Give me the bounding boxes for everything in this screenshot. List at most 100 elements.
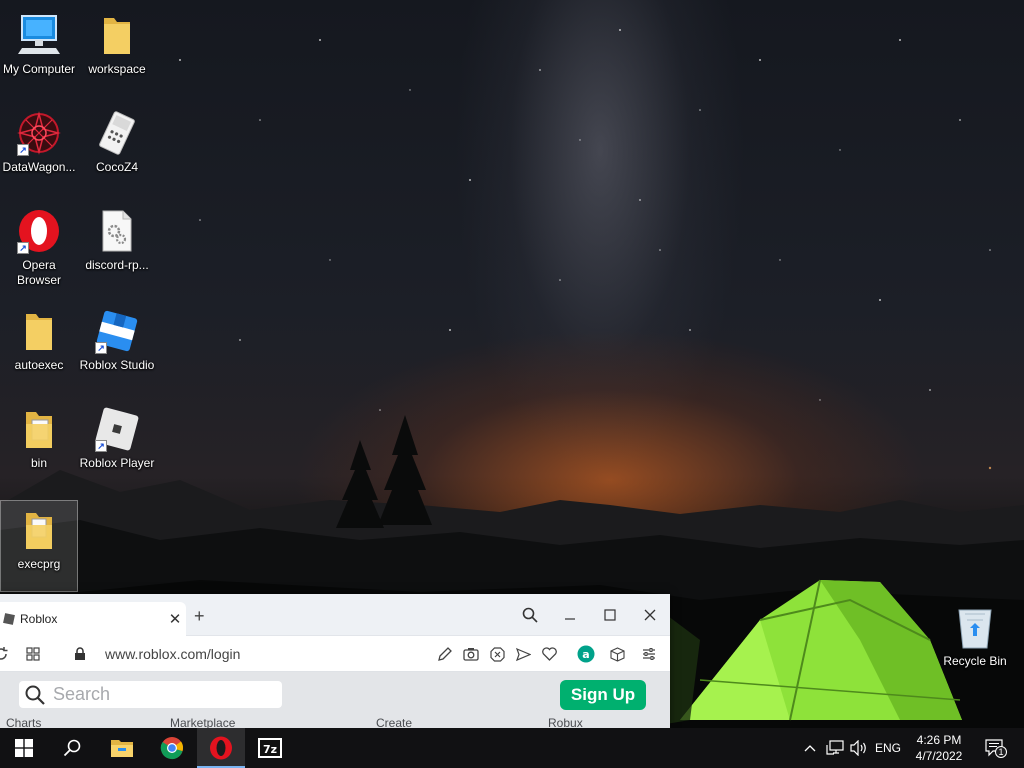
tab-search-icon[interactable] xyxy=(516,604,544,626)
folder-icon xyxy=(15,406,63,452)
network-icon xyxy=(826,740,844,755)
opera-icon: ↗ xyxy=(15,208,63,254)
folder-icon xyxy=(15,308,63,354)
desktop-icon-roblox-studio[interactable]: ↗ Roblox Studio xyxy=(78,302,156,394)
pine-trees xyxy=(336,415,432,528)
desktop-icon-workspace[interactable]: workspace xyxy=(78,6,156,98)
desktop-icon-recycle-bin[interactable]: Recycle Bin xyxy=(936,598,1014,690)
shortcut-arrow-icon: ↗ xyxy=(17,144,29,156)
desktop-icon-autoexec[interactable]: autoexec xyxy=(0,302,78,394)
shortcut-arrow-icon: ↗ xyxy=(95,342,107,354)
desktop-icon-cocoz4[interactable]: CocoZ4 xyxy=(78,104,156,196)
opera-icon xyxy=(210,736,232,760)
camera-icon[interactable] xyxy=(462,645,480,663)
taskbar-7zip[interactable]: 7z xyxy=(246,728,294,768)
nav-create[interactable]: Create xyxy=(376,716,412,728)
volume-button[interactable] xyxy=(848,728,870,768)
clock-time: 4:26 PM xyxy=(916,733,962,747)
desktop-icon-roblox-player[interactable]: ↗ Roblox Player xyxy=(78,400,156,492)
maximize-button[interactable] xyxy=(596,604,624,626)
start-button[interactable] xyxy=(0,728,48,768)
stars xyxy=(179,29,992,470)
desktop-icon-label: Roblox Studio xyxy=(79,358,155,372)
url-text[interactable]: www.roblox.com/login xyxy=(105,646,240,662)
desktop-icon-datawagon[interactable]: ↗ DataWagon... xyxy=(0,104,78,196)
desktop-icon-label: CocoZ4 xyxy=(95,160,139,174)
clock-date: 4/7/2022 xyxy=(915,749,963,763)
taskbar-file-explorer[interactable] xyxy=(98,728,146,768)
roblox-player-icon: ↗ xyxy=(93,406,141,452)
datawagon-icon: ↗ xyxy=(15,110,63,156)
desktop-icon-discord-rp[interactable]: discord-rp... xyxy=(78,202,156,294)
recycle-bin-icon xyxy=(951,604,999,650)
nav-robux[interactable]: Robux xyxy=(548,716,583,728)
nav-charts[interactable]: Charts xyxy=(6,716,41,728)
taskbar-opera[interactable] xyxy=(197,728,245,768)
new-tab-button[interactable]: + xyxy=(194,606,205,627)
file-explorer-icon xyxy=(111,740,133,757)
address-bar: www.roblox.com/login a xyxy=(0,636,670,672)
roblox-search-input[interactable]: Search xyxy=(19,681,282,708)
folder-icon xyxy=(15,507,63,553)
sign-up-button[interactable]: Sign Up xyxy=(560,680,646,710)
cocoz4-icon xyxy=(93,110,141,156)
settings-file-icon xyxy=(93,208,141,254)
nav-marketplace[interactable]: Marketplace xyxy=(170,716,235,728)
desktop-icon-label: execprg xyxy=(17,557,61,571)
action-center-button[interactable]: 1 xyxy=(980,728,1010,768)
lock-icon xyxy=(71,645,89,663)
show-hidden-icons-button[interactable] xyxy=(800,728,820,768)
taskbar-search-button[interactable] xyxy=(48,728,96,768)
tab-roblox[interactable]: Roblox ✕ xyxy=(0,602,186,636)
close-tab-icon[interactable]: ✕ xyxy=(164,610,186,628)
easy-setup-icon[interactable] xyxy=(640,645,658,663)
desktop-icon-label: DataWagon... xyxy=(2,160,76,174)
send-icon[interactable] xyxy=(514,645,532,663)
desktop-icon-my-computer[interactable]: My Computer xyxy=(0,6,78,98)
tab-bar: Roblox ✕ + xyxy=(0,594,670,636)
network-button[interactable] xyxy=(824,728,846,768)
opera-browser-window: Roblox ✕ + www.roblox.com/login a Search… xyxy=(0,594,670,728)
desktop-icon-label: Roblox Player xyxy=(79,456,155,470)
chevron-up-icon xyxy=(804,745,816,752)
ad-block-icon[interactable] xyxy=(488,645,506,663)
minimize-button[interactable] xyxy=(556,604,584,626)
search-icon xyxy=(25,685,45,705)
speed-dial-icon[interactable] xyxy=(24,645,42,663)
search-icon xyxy=(63,739,81,757)
shortcut-arrow-icon: ↗ xyxy=(17,242,29,254)
extension-a-icon[interactable]: a xyxy=(577,645,595,663)
desktop-icon-label: My Computer xyxy=(2,62,76,76)
taskbar-chrome[interactable] xyxy=(148,728,196,768)
desktop-icon-label: Opera Browser xyxy=(16,258,61,287)
7zip-label: 7z xyxy=(263,743,277,756)
chrome-icon xyxy=(160,737,183,760)
edit-icon[interactable] xyxy=(436,645,454,663)
search-placeholder: Search xyxy=(53,684,111,704)
desktop-icon-label: discord-rp... xyxy=(85,258,149,272)
desktop-icon-opera-browser[interactable]: ↗ Opera Browser xyxy=(0,202,78,294)
extension-cube-icon[interactable] xyxy=(608,645,626,663)
favorite-heart-icon[interactable] xyxy=(540,645,558,663)
close-window-button[interactable] xyxy=(636,604,664,626)
folder-icon xyxy=(93,12,141,58)
desktop-icon-label: Recycle Bin xyxy=(943,654,1007,668)
clock[interactable]: 4:26 PM 4/7/2022 xyxy=(908,732,970,764)
svg-text:a: a xyxy=(582,648,589,661)
shortcut-arrow-icon: ↗ xyxy=(95,440,107,452)
tab-title: Roblox xyxy=(20,612,58,626)
windows-start-icon xyxy=(15,739,33,757)
roblox-studio-icon: ↗ xyxy=(93,308,141,354)
7zip-icon: 7z xyxy=(258,738,282,758)
input-language[interactable]: ENG xyxy=(874,728,902,768)
notification-count-badge: 1 xyxy=(995,746,1007,758)
reload-icon[interactable] xyxy=(0,645,10,663)
desktop-icon-execprg[interactable]: execprg xyxy=(0,500,78,592)
speaker-icon xyxy=(850,740,866,756)
roblox-favicon-icon xyxy=(3,613,15,625)
desktop-icon-label: autoexec xyxy=(14,358,64,372)
desktop-icon-label: bin xyxy=(30,456,47,470)
computer-icon xyxy=(15,12,63,58)
desktop-icon-bin[interactable]: bin xyxy=(0,400,78,492)
roblox-page: Search Sign Up Charts Marketplace Create… xyxy=(0,672,670,728)
